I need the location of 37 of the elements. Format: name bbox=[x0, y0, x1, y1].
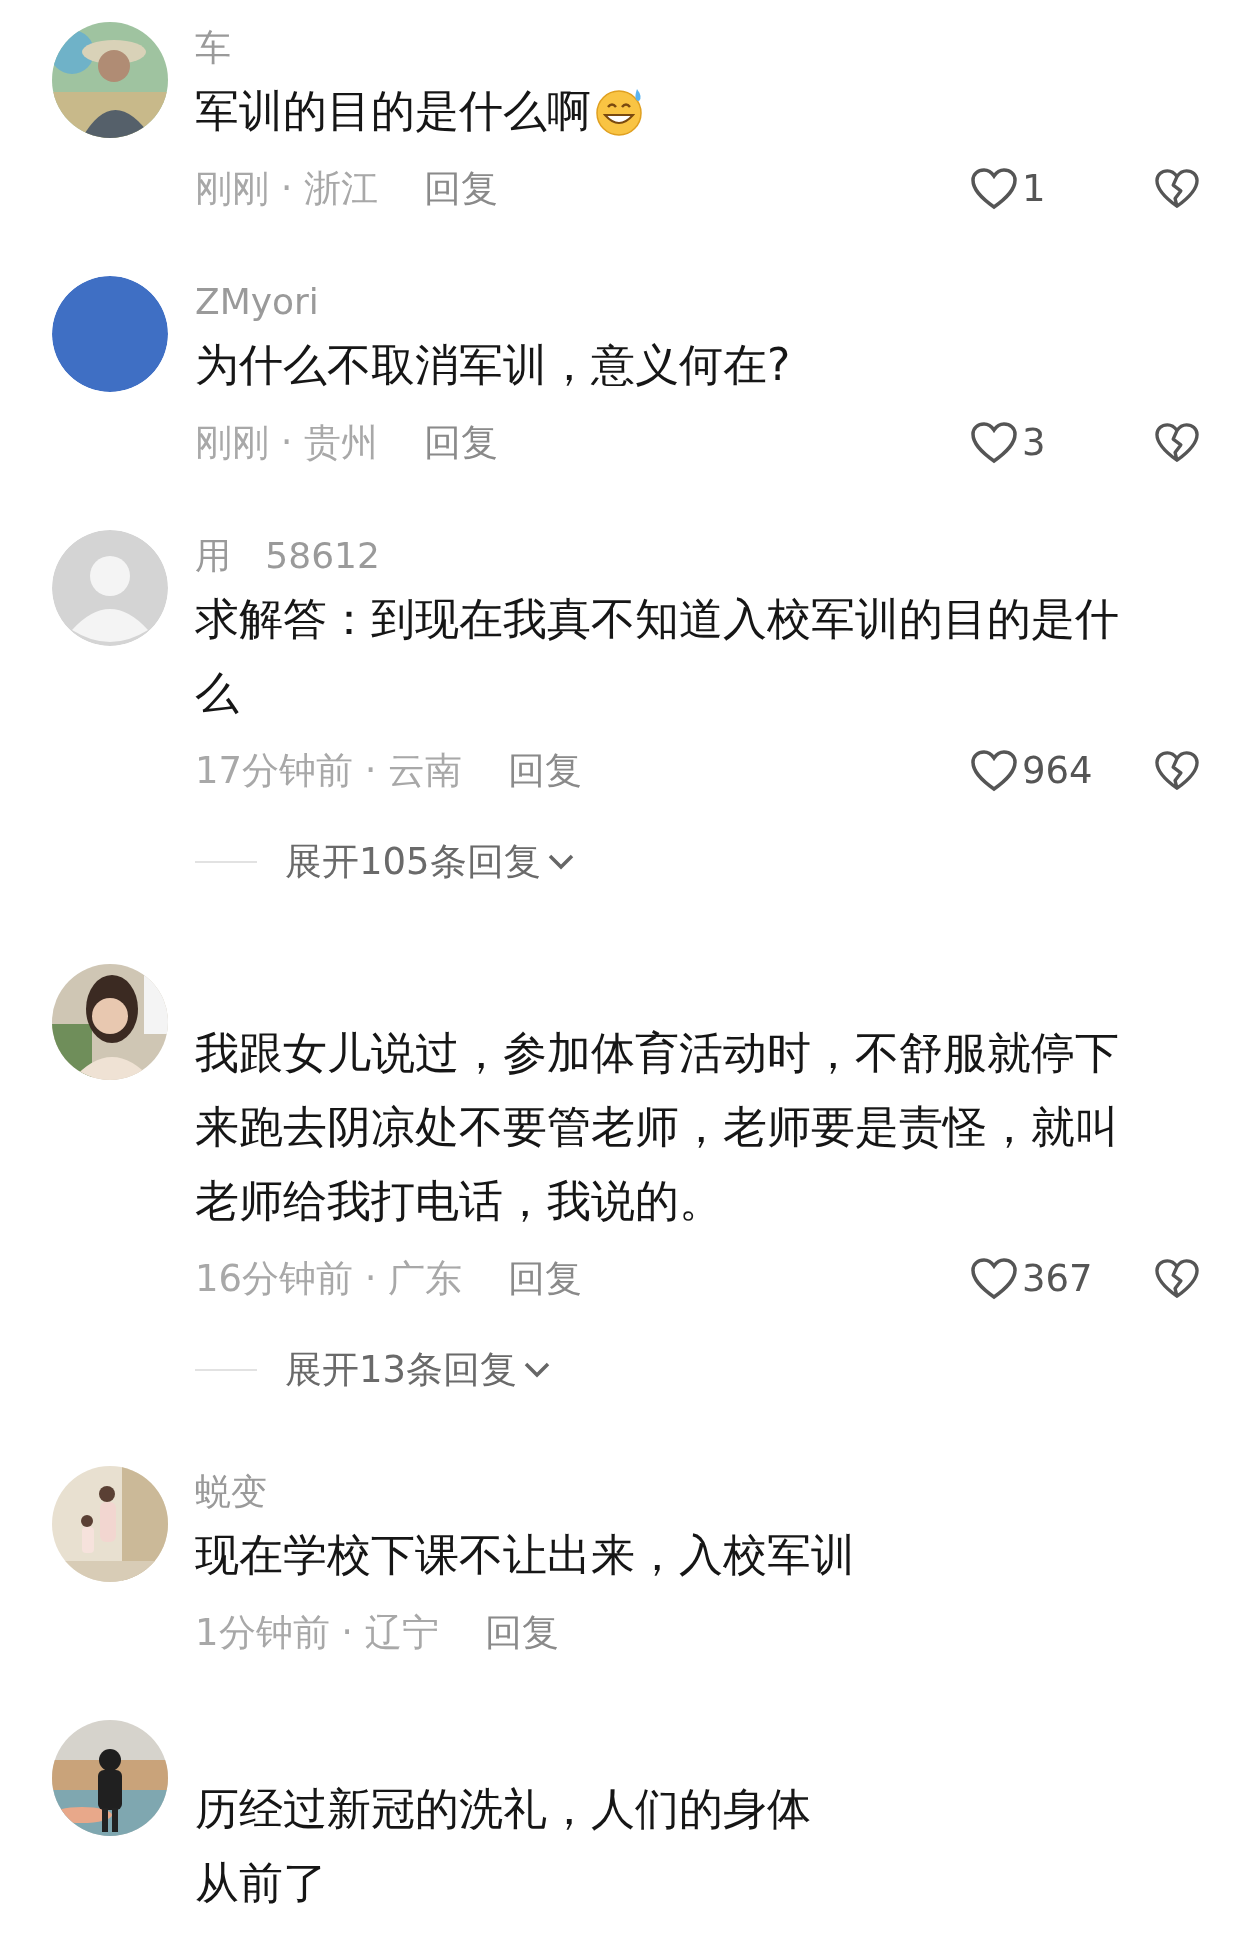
username[interactable]: 车 bbox=[195, 21, 231, 75]
comment-text: 来跑去阴凉处不要管老师，老师要是责怪，就叫 bbox=[195, 1100, 1119, 1154]
like-count: 367 bbox=[1022, 1256, 1094, 1303]
heart-icon[interactable] bbox=[970, 421, 1018, 465]
like-count: 964 bbox=[1022, 748, 1094, 795]
reply-link[interactable]: 回复 bbox=[424, 415, 499, 471]
comment-text: 为什么不取消军训，意义何在? bbox=[195, 338, 791, 392]
heart-icon[interactable] bbox=[970, 749, 1018, 793]
username[interactable]: ZMyori bbox=[195, 275, 319, 329]
reply-link[interactable]: 回复 bbox=[484, 1605, 559, 1661]
time-location: 16分钟前 · 广东 bbox=[195, 1256, 463, 1303]
heart-icon[interactable] bbox=[970, 167, 1018, 211]
comment-text: 求解答：到现在我真不知道入校军训的目的是什 bbox=[195, 592, 1119, 646]
heart-icon[interactable] bbox=[970, 1257, 1018, 1301]
comment-text: 军训的目的是什么啊 bbox=[195, 84, 591, 138]
comment-text: 从前了 bbox=[195, 1856, 327, 1910]
comment-text: 我跟女儿说过，参加体育活动时，不舒服就停下 bbox=[195, 1026, 1119, 1080]
reply-link[interactable]: 回复 bbox=[508, 743, 583, 799]
default-avatar-icon bbox=[52, 530, 168, 646]
like-count: 3 bbox=[1022, 420, 1047, 467]
time-location: 刚刚 · 贵州 bbox=[195, 420, 379, 467]
comment-text: 现在学校下课不让出来，入校军训 bbox=[195, 1528, 855, 1582]
comment-text: 么 bbox=[195, 666, 239, 720]
time-location: 1分钟前 · 辽宁 bbox=[195, 1610, 439, 1657]
like-count: 1 bbox=[1022, 166, 1047, 213]
comment-text: 历经过新冠的洗礼，人们的身体 bbox=[195, 1782, 811, 1836]
expand-replies-button[interactable]: 展开13条回复 bbox=[285, 1342, 552, 1398]
username[interactable]: 用 58612 bbox=[195, 529, 380, 583]
username[interactable]: 蜕变 bbox=[195, 1465, 267, 1519]
comment-text: 老师给我打电话，我说的。 bbox=[195, 1174, 723, 1228]
chevron-down-icon bbox=[546, 853, 575, 871]
chevron-down-icon bbox=[523, 1361, 552, 1379]
reply-link[interactable]: 回复 bbox=[508, 1251, 583, 1307]
reply-link[interactable]: 回复 bbox=[424, 161, 499, 217]
expand-replies-button[interactable]: 展开105条回复 bbox=[285, 834, 575, 890]
time-location: 刚刚 · 浙江 bbox=[195, 166, 379, 213]
time-location: 17分钟前 · 云南 bbox=[195, 748, 463, 795]
